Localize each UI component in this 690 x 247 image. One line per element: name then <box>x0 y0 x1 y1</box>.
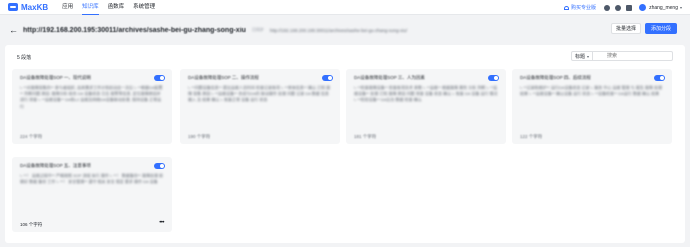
paragraph-card[interactable]: DA设备故障处理SOP 五、注意事项 \- **！ 运维过程中** 严格按照 S… <box>12 157 172 232</box>
paragraph-panel: 5 段落 标题 ▾ DA设备故障处理SOP 一、现代说明 \- **对故障现象的… <box>5 45 685 243</box>
card-content: \- **！ 运维过程中** 严格按照 SOP 流程 执行 操作 \- **！ … <box>20 173 164 185</box>
paragraph-card[interactable]: DA设备故障处理SOP 一、现代说明 \- **对故障现象的** 参与者组织, … <box>12 69 172 144</box>
card-char-count: 224 个字符 <box>20 134 43 139</box>
enable-toggle[interactable] <box>154 75 165 81</box>
card-char-count: 181 个字符 <box>354 134 377 139</box>
chevron-down-icon: ▾ <box>586 53 589 59</box>
paragraph-card[interactable]: DA设备故障处理SOP 二、操作流程 \- **问题设备信息** 提出运维人员时… <box>180 69 340 144</box>
topbar-actions: 购买专业版 zhang_meng ▾ <box>564 0 682 15</box>
card-title: DA设备故障处理SOP 二、操作流程 <box>188 75 259 80</box>
upgrade-link[interactable]: 购买专业版 <box>564 4 596 11</box>
card-title: DA设备故障处理SOP 四、后续流程 <box>520 75 591 80</box>
app-logo[interactable]: MaxKB <box>8 3 48 12</box>
card-char-count: 106 个字符 <box>20 222 43 227</box>
page-subtitle[interactable]: http://192.168.200.195:30011/archives/sa… <box>270 28 407 33</box>
card-char-count: 122 个字符 <box>520 134 543 139</box>
paragraph-card[interactable]: DA设备故障处理SOP 四、后续流程 \- **记录和维护** 运行DA设备状态… <box>512 69 672 144</box>
sync-status-tag: 已同步 <box>251 27 264 32</box>
maxkb-logo-icon <box>8 3 18 11</box>
card-content: \- **问题设备信息** 提出运维人员时间 检查记录各项 \- **单体信息*… <box>188 85 331 103</box>
app-logo-text: MaxKB <box>21 2 49 12</box>
upgrade-label: 购买专业版 <box>571 5 597 11</box>
enable-toggle[interactable] <box>488 75 499 81</box>
username[interactable]: zhang_meng <box>649 5 678 11</box>
card-title: DA设备故障处理SOP 一、现代说明 <box>20 75 91 80</box>
enable-toggle[interactable] <box>322 75 333 81</box>
nav-item-apps[interactable]: 应用 <box>62 0 73 15</box>
avatar[interactable] <box>639 4 647 11</box>
paragraph-count: 5 段落 <box>17 55 32 61</box>
docs-icon[interactable] <box>604 4 611 11</box>
add-paragraph-button[interactable]: 添加分段 <box>645 23 677 34</box>
search-input[interactable] <box>593 51 673 61</box>
card-title: DA设备故障处理SOP 五、注意事项 <box>20 163 91 168</box>
page-header: ← http://192.168.200.195:30011/archives/… <box>0 16 690 44</box>
card-char-count: 190 个字符 <box>188 134 211 139</box>
help-icon[interactable] <box>626 4 633 11</box>
more-options-icon[interactable]: ••• <box>159 220 164 226</box>
nav-item-functions[interactable]: 函数库 <box>108 0 125 15</box>
back-arrow-icon[interactable]: ← <box>9 25 18 35</box>
page-title: http://192.168.200.195:30011/archives/sa… <box>23 26 246 34</box>
nav-item-system[interactable]: 系统管理 <box>133 0 155 15</box>
main-nav: 应用 知识库 函数库 系统管理 <box>62 0 164 15</box>
nav-item-knowledge[interactable]: 知识库 <box>82 0 99 15</box>
chevron-down-icon[interactable]: ▾ <box>680 5 682 10</box>
github-icon[interactable] <box>615 4 622 11</box>
paragraph-card[interactable]: DA设备故障处理SOP 三、人为因素 \- **检查故障设备** 检查各项技术 … <box>346 69 506 144</box>
diamond-icon <box>564 5 570 10</box>
card-content: \- **记录和维护** 运行DA设备状态 记录 \- 服务 中心 运维 管理 … <box>520 85 663 97</box>
card-title: DA设备故障处理SOP 三、人为因素 <box>354 75 425 80</box>
enable-toggle[interactable] <box>154 163 165 169</box>
card-content: \- **检查故障设备** 检查各项技术 参数 \- **运维** 根据故障 属… <box>354 85 498 103</box>
top-navigation-bar: MaxKB 应用 知识库 函数库 系统管理 购买专业版 zhang_meng ▾ <box>0 0 690 15</box>
card-content: \- **对故障现象的** 参与者组织, 由其需求工作计划启动自一次后 \- *… <box>20 85 163 109</box>
enable-toggle[interactable] <box>654 75 665 81</box>
batch-select-button[interactable]: 批量选择 <box>611 23 641 34</box>
filter-select[interactable]: 标题 ▾ <box>571 51 593 61</box>
filter-select-value: 标题 <box>575 53 586 60</box>
